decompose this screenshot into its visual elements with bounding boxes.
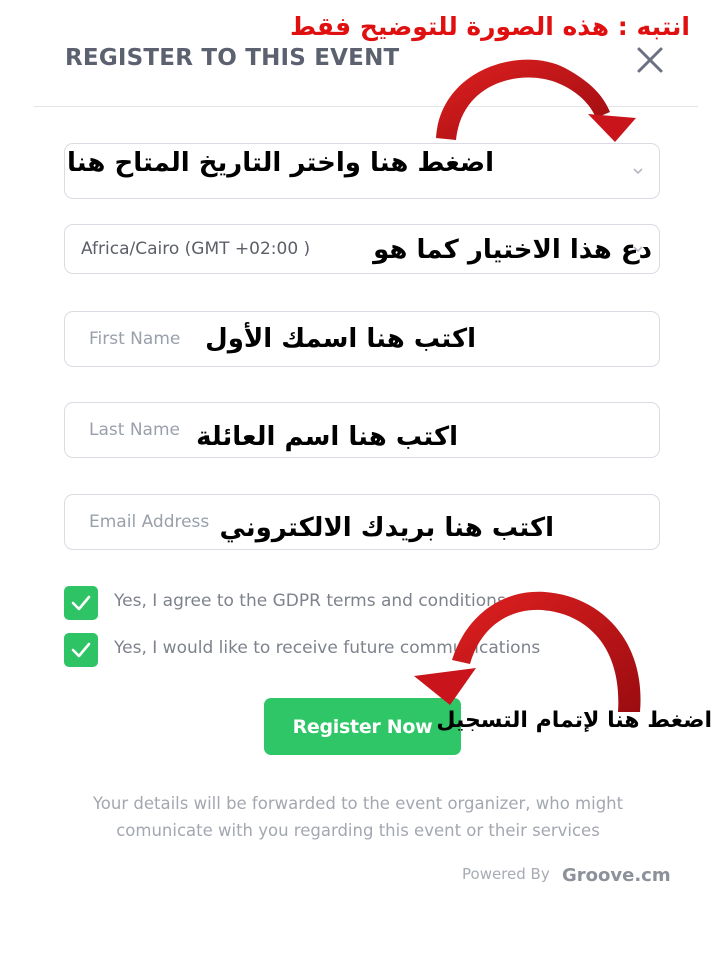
page-title: REGISTER TO THIS EVENT — [65, 45, 400, 71]
communications-checkbox-label: Yes, I would like to receive future comm… — [114, 638, 541, 658]
gdpr-checkbox[interactable] — [64, 586, 98, 620]
first-name-placeholder: First Name — [89, 329, 181, 349]
annotation-date-hint: اضغط هنا واختر التاريخ المتاح هنا — [67, 148, 494, 178]
annotation-register-hint: اضغط هنا لإتمام التسجيل — [436, 708, 712, 733]
annotation-first-name-hint: اكتب هنا اسمك الأول — [205, 324, 476, 354]
last-name-placeholder: Last Name — [89, 420, 180, 440]
register-now-button[interactable]: Register Now — [264, 698, 461, 755]
info-icon[interactable]: i — [539, 595, 555, 611]
timezone-select-value: Africa/Cairo (GMT +02:00 ) — [81, 239, 311, 259]
arrow-to-date-select — [436, 59, 610, 140]
gdpr-checkbox-label: Yes, I agree to the GDPR terms and condi… — [114, 591, 506, 611]
close-icon[interactable] — [634, 44, 666, 76]
checkmark-icon — [71, 595, 91, 611]
communications-checkbox[interactable] — [64, 633, 98, 667]
powered-by-label: Powered By — [462, 865, 550, 883]
annotation-last-name-hint: اكتب هنا اسم العائلة — [196, 422, 458, 452]
annotation-email-hint: اكتب هنا بريدك الالكتروني — [219, 513, 554, 543]
forwarding-note: Your details will be forwarded to the ev… — [92, 794, 624, 840]
email-placeholder: Email Address — [89, 512, 210, 532]
annotation-warning: انتبه : هذه الصورة للتوضيح فقط — [290, 12, 690, 41]
annotation-timezone-hint: دع هذا الاختيار كما هو — [373, 235, 652, 265]
header-divider — [34, 106, 698, 107]
arrow-head-top — [588, 114, 636, 142]
checkmark-icon — [71, 642, 91, 658]
chevron-down-icon — [633, 168, 643, 175]
groove-brand-link[interactable]: Groove.cm — [562, 865, 671, 886]
